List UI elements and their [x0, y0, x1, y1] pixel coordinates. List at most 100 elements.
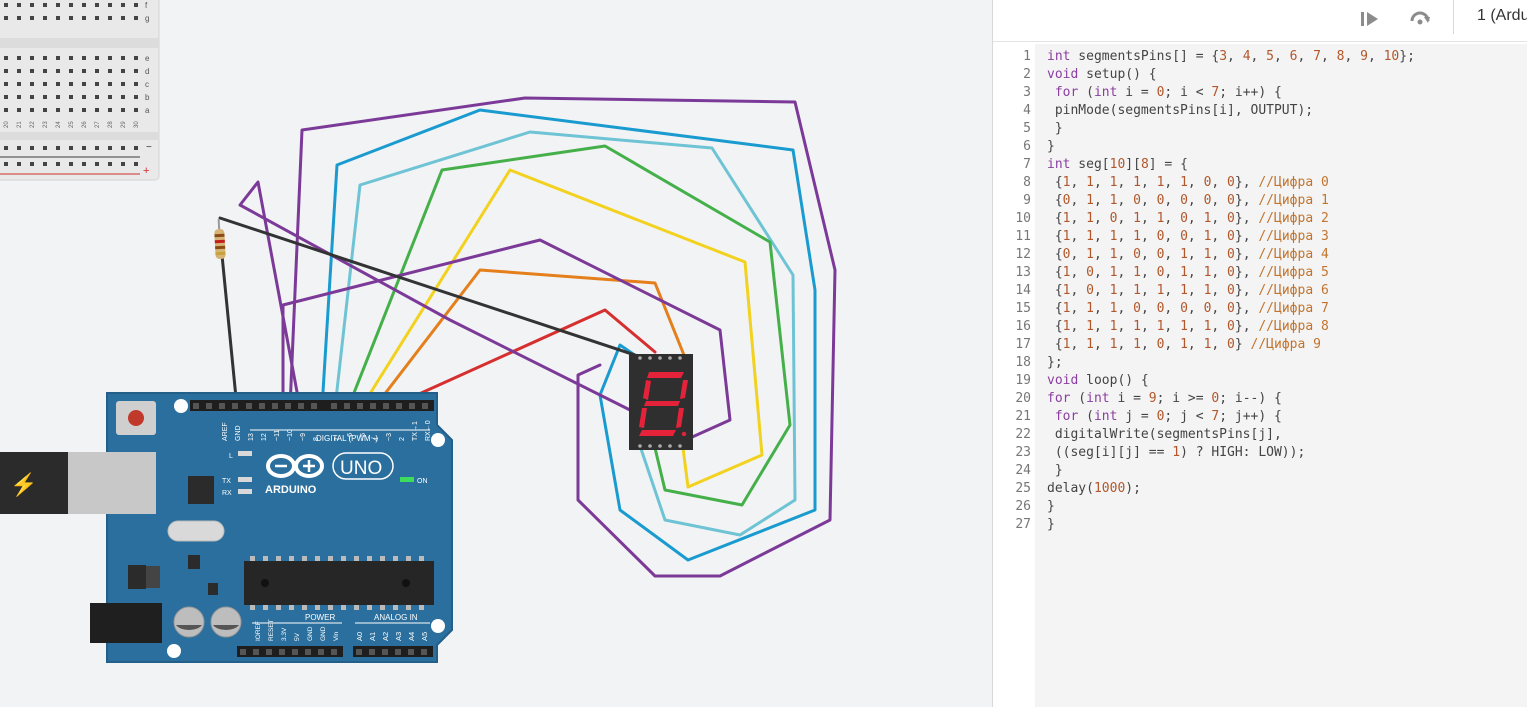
code-line[interactable]: for (int i = 9; i >= 0; i--) {: [1047, 390, 1282, 408]
resistor[interactable]: [214, 218, 226, 260]
analog-pin-label: A4: [407, 632, 416, 641]
code-line[interactable]: {1, 0, 1, 1, 0, 1, 1, 0}, //Цифра 5: [1047, 264, 1329, 282]
line-number-gutter: 1 2 3 4 5 6 7 8 9 10 11 12 13 14 15 16 17 18 19 20 21 22 23 24 2…: [993, 44, 1035, 707]
code-line[interactable]: {0, 1, 1, 0, 0, 0, 0, 0}, //Цифра 1: [1047, 192, 1329, 210]
digital-pin-label: ~3: [386, 433, 393, 441]
power-pin-label: GND: [307, 626, 314, 641]
code-line[interactable]: };: [1047, 354, 1063, 372]
breadboard[interactable]: − + fgedcba 20 21 22 23 24 25 26 27 28 29 30: [0, 0, 160, 181]
analog-pin-label: A1: [368, 632, 377, 641]
code-line[interactable]: {1, 1, 1, 1, 1, 1, 1, 0}, //Цифра 8: [1047, 318, 1329, 336]
breadboard-row-letter: g: [145, 14, 149, 23]
breadboard-column-number: 25: [69, 121, 75, 128]
breadboard-column-number: 22: [30, 121, 36, 128]
led-rx: [238, 489, 252, 494]
code-line[interactable]: {1, 1, 1, 1, 0, 0, 1, 0}, //Цифра 3: [1047, 228, 1329, 246]
line-number: 13: [1015, 265, 1031, 280]
digital-pin-label: ~5: [360, 433, 367, 441]
line-number: 15: [1015, 301, 1031, 316]
code-line[interactable]: int segmentsPins[] = {3, 4, 5, 6, 7, 8, …: [1047, 48, 1415, 66]
code-line[interactable]: digitalWrite(segmentsPins[j],: [1047, 426, 1282, 444]
digital-pin-label: 12: [261, 433, 268, 441]
digital-pin-label: 8: [313, 437, 320, 441]
digital-pin-label: 7: [334, 437, 341, 441]
power-pin-label: 3.3V: [281, 627, 288, 641]
circuit-canvas[interactable]: − + fgedcba 20 21 22 23 24 25 26 27 28 29 30: [0, 0, 992, 707]
regulator: [128, 565, 146, 589]
line-number: 22: [1015, 427, 1031, 442]
line-number: 5: [1023, 121, 1031, 136]
line-number: 8: [1023, 175, 1031, 190]
breadboard-column-number: 30: [134, 121, 140, 128]
code-line[interactable]: ((seg[i][j] == 1) ? HIGH: LOW));: [1047, 444, 1305, 462]
line-number: 4: [1023, 103, 1031, 118]
analog-pin-label: A2: [381, 632, 390, 641]
line-number: 3: [1023, 85, 1031, 100]
digital-pin-label: 13: [248, 433, 255, 441]
rail-plus-label: +: [143, 165, 149, 177]
code-line[interactable]: }: [1047, 462, 1063, 480]
code-area[interactable]: int segmentsPins[] = {3, 4, 5, 6, 7, 8, …: [1035, 44, 1527, 707]
code-line[interactable]: }: [1047, 138, 1055, 156]
arduino-uno-board[interactable]: ⚡ L TX RX ON ARDUINO UNO DIGITAL (PWM~) …: [0, 392, 453, 663]
step-over-icon[interactable]: [1355, 4, 1385, 34]
code-line[interactable]: {1, 1, 1, 1, 0, 1, 1, 0} //Цифра 9: [1047, 336, 1321, 354]
model-label: UNO: [340, 458, 382, 479]
breadboard-row-letter: c: [145, 80, 149, 89]
line-number: 6: [1023, 139, 1031, 154]
digital-pin-label: AREF: [222, 422, 229, 441]
code-line[interactable]: int seg[10][8] = {: [1047, 156, 1188, 174]
line-number: 21: [1015, 409, 1031, 424]
power-pin-label: Vin: [333, 631, 340, 641]
line-number: 16: [1015, 319, 1031, 334]
led-on: [400, 477, 414, 482]
crystal: [167, 520, 225, 542]
reload-icon[interactable]: [1405, 4, 1435, 34]
code-line[interactable]: void loop() {: [1047, 372, 1149, 390]
circuit-svg: − + fgedcba 20 21 22 23 24 25 26 27 28 29 30: [0, 0, 837, 663]
usb-connector: [68, 452, 156, 514]
analog-pin-label: A0: [355, 632, 364, 641]
editor-toolbar: 1 (Arduino Uno R3): [993, 0, 1527, 42]
code-line[interactable]: {0, 1, 1, 0, 0, 1, 1, 0}, //Цифра 4: [1047, 246, 1329, 264]
line-number: 18: [1015, 355, 1031, 370]
breadboard-row-letters: fgedcba: [145, 1, 150, 115]
code-line[interactable]: pinMode(segmentsPins[i], OUTPUT);: [1047, 102, 1313, 120]
code-line[interactable]: void setup() {: [1047, 66, 1157, 84]
digital-pin-label: 2: [399, 437, 406, 441]
code-line[interactable]: delay(1000);: [1047, 480, 1141, 498]
line-number: 14: [1015, 283, 1031, 298]
code-line[interactable]: }: [1047, 120, 1063, 138]
power-header: [237, 646, 343, 657]
capacitor-2: [210, 606, 242, 638]
breadboard-row-letter: b: [145, 93, 150, 102]
code-line[interactable]: {1, 0, 1, 1, 1, 1, 1, 0}, //Цифра 6: [1047, 282, 1329, 300]
wire-black-gnd: [219, 243, 239, 410]
code-line[interactable]: {1, 1, 0, 1, 1, 0, 1, 0}, //Цифра 2: [1047, 210, 1329, 228]
toolbar-separator: [1453, 0, 1454, 34]
led-on-label: ON: [417, 478, 428, 485]
code-line[interactable]: for (int i = 0; i < 7; i++) {: [1047, 84, 1282, 102]
brand-label: ARDUINO: [265, 484, 317, 496]
digital-pin-label: GND: [235, 425, 242, 441]
device-select[interactable]: 1 (Arduino Uno R3): [1465, 0, 1527, 32]
code-line[interactable]: {1, 1, 1, 0, 0, 0, 0, 0}, //Цифра 7: [1047, 300, 1329, 318]
line-number: 25: [1015, 481, 1031, 496]
breadboard-column-number: 26: [82, 121, 88, 128]
analog-label: ANALOG IN: [374, 613, 418, 622]
led-tx: [238, 477, 252, 482]
capacitor-1: [173, 606, 205, 638]
breadboard-column-number: 21: [17, 121, 23, 128]
reset-button-cap[interactable]: [128, 410, 144, 426]
line-number: 10: [1015, 211, 1031, 226]
power-jack: [90, 603, 162, 643]
led-l: [238, 451, 252, 456]
line-number: 1: [1023, 49, 1031, 64]
code-line[interactable]: for (int j = 0; j < 7; j++) {: [1047, 408, 1282, 426]
code-line[interactable]: }: [1047, 516, 1055, 534]
line-number: 11: [1015, 229, 1031, 244]
code-line[interactable]: }: [1047, 498, 1055, 516]
code-line[interactable]: {1, 1, 1, 1, 1, 1, 0, 0}, //Цифра 0: [1047, 174, 1329, 192]
analog-pin-label: A5: [420, 632, 429, 641]
line-number: 9: [1023, 193, 1031, 208]
